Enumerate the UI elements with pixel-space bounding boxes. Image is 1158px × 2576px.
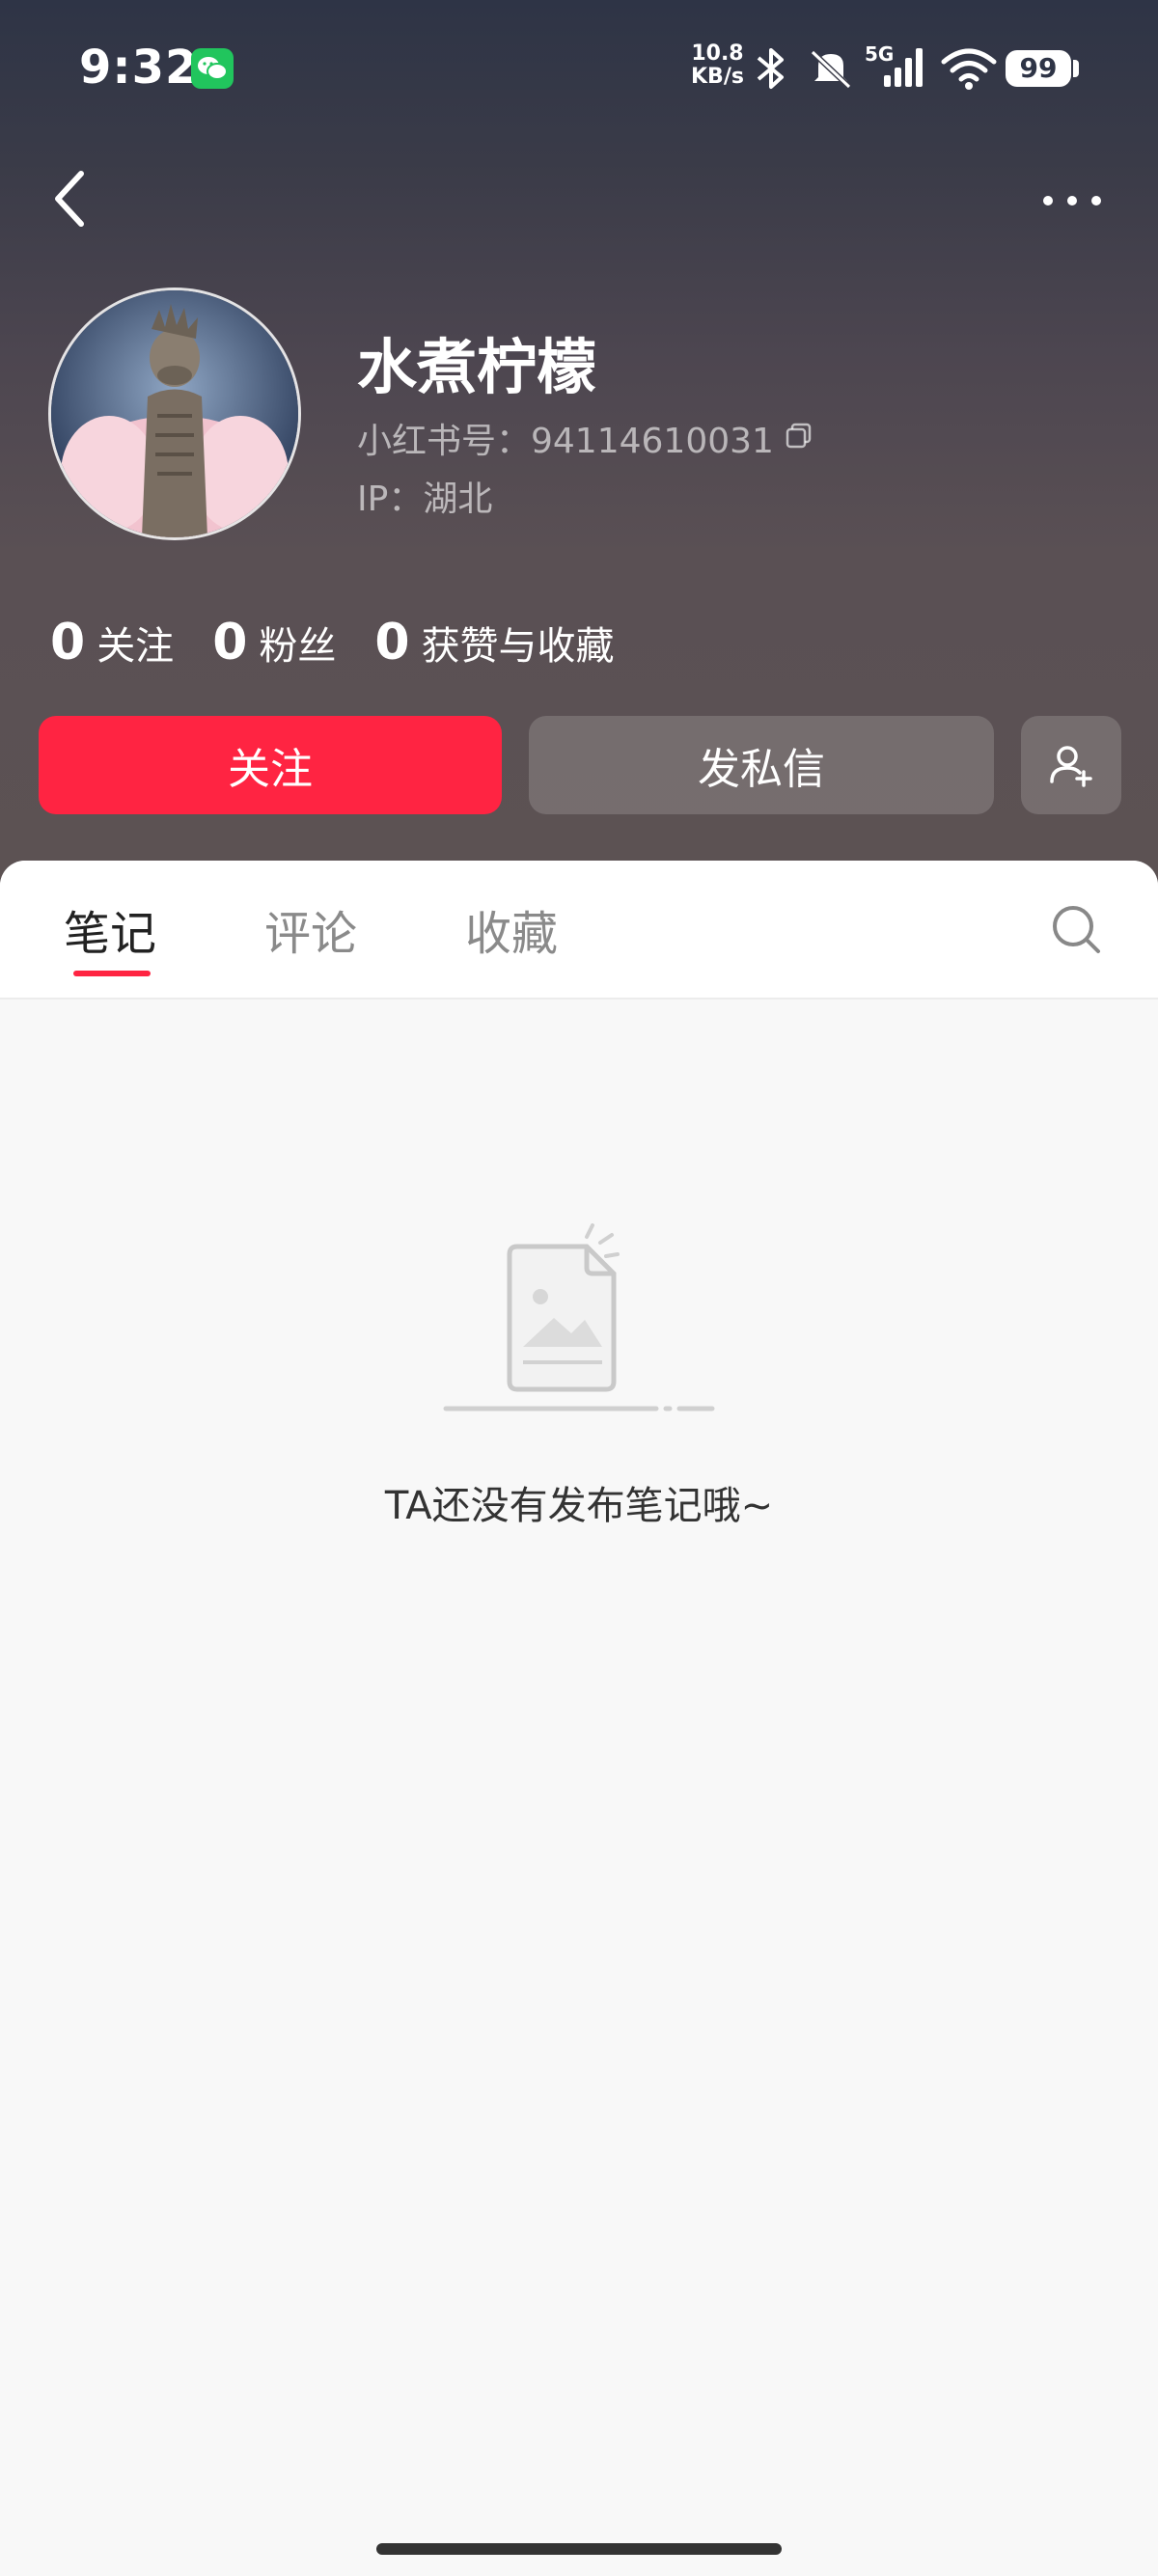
stat-followers[interactable]: 0 粉丝 [212, 614, 336, 671]
stat-followers-label: 粉丝 [259, 624, 337, 669]
empty-state-text: TA还没有发布笔记哦~ [384, 1484, 774, 1528]
message-button[interactable]: 发私信 [529, 716, 994, 814]
username: 水煮柠檬 [357, 332, 597, 402]
search-icon[interactable] [1050, 903, 1102, 955]
user-id: 小红书号：94114610031 [357, 422, 774, 461]
status-bar: 9:32 10.8 KB/s 5G 99 [0, 0, 1158, 135]
net-speed-indicator: 10.8 KB/s [691, 42, 744, 89]
content-panel: 笔记 评论 收藏 TA还没有发布笔记哦~ [0, 861, 1158, 2576]
wifi-icon [941, 48, 997, 90]
battery-icon: 99 [1006, 50, 1071, 87]
stat-likes-count: 0 [374, 614, 410, 671]
add-user-icon [1050, 746, 1092, 787]
stat-following-count: 0 [50, 614, 86, 671]
tab-notes[interactable]: 笔记 [64, 895, 156, 963]
signal-icon [884, 48, 923, 87]
net-speed-unit: KB/s [691, 65, 744, 89]
status-time: 9:32 [79, 41, 199, 95]
battery-tip [1073, 60, 1079, 77]
active-tab-indicator [73, 971, 151, 976]
wechat-icon [191, 48, 234, 89]
ip-location: IP：湖北 [357, 480, 493, 519]
stat-likes-label: 获赞与收藏 [421, 624, 615, 669]
tab-comments[interactable]: 评论 [264, 895, 357, 963]
profile-header: 9:32 10.8 KB/s 5G 99 水煮柠檬 小红书号：941146100… [0, 0, 1158, 897]
net-speed-value: 10.8 [691, 41, 744, 66]
stat-following[interactable]: 0 关注 [50, 614, 174, 671]
stat-following-label: 关注 [96, 624, 175, 669]
add-friend-button[interactable] [1021, 716, 1121, 814]
home-indicator[interactable] [376, 2543, 782, 2555]
empty-notes-illustration-icon [443, 1223, 715, 1411]
tab-bar: 笔记 评论 收藏 [0, 861, 1158, 1000]
avatar[interactable] [48, 288, 301, 540]
stat-likes[interactable]: 0 获赞与收藏 [374, 614, 614, 671]
more-options-icon[interactable] [1038, 189, 1106, 212]
follow-button[interactable]: 关注 [39, 716, 502, 814]
bluetooth-icon [757, 48, 784, 89]
mute-icon [810, 49, 852, 90]
copy-icon[interactable] [784, 421, 814, 452]
stat-followers-count: 0 [212, 614, 248, 671]
back-arrow-icon[interactable] [46, 164, 95, 233]
profile-stats: 0 关注 0 粉丝 0 获赞与收藏 [50, 614, 653, 671]
tab-favorites[interactable]: 收藏 [465, 895, 558, 963]
